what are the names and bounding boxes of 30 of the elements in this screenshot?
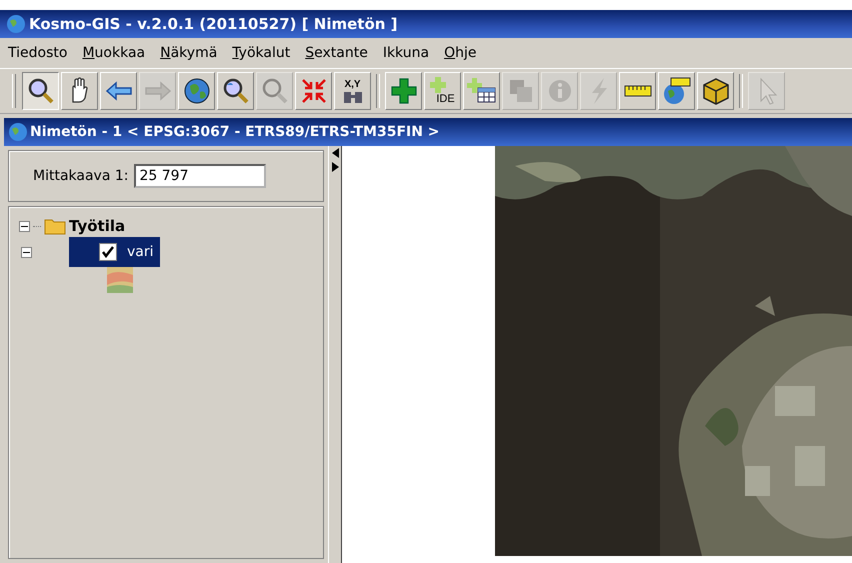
globe-icon	[6, 14, 26, 34]
tree-item[interactable]: vari	[69, 237, 160, 267]
plus-icon	[388, 76, 418, 106]
collapse-icon[interactable]	[19, 220, 30, 232]
raster-legend-icon	[107, 267, 133, 293]
toolbar-button[interactable]: IDE	[424, 72, 461, 110]
menu-item[interactable]: Muokkaa	[82, 45, 146, 61]
globe-icon	[8, 122, 28, 142]
scale-label: Mittakaava 1:	[33, 168, 128, 184]
globe-ruler-icon	[662, 76, 692, 106]
box-icon	[700, 76, 730, 106]
checkbox[interactable]	[99, 243, 117, 261]
expand-right-icon[interactable]	[332, 162, 338, 172]
menu-item[interactable]: Ikkuna	[382, 45, 430, 61]
menu-item[interactable]: Työkalut	[232, 45, 290, 61]
collapse-icon[interactable]	[21, 247, 32, 258]
view-title: Nimetön - 1 < EPSG:3067 - ETRS89/ETRS-TM35FIN >	[30, 124, 440, 140]
folder-icon	[44, 217, 66, 235]
scale-field[interactable]: 25 797	[134, 164, 266, 188]
menu-item[interactable]: Tiedosto	[8, 45, 68, 61]
toolbar-button[interactable]	[22, 72, 59, 110]
globe-icon	[182, 76, 212, 106]
menu-item[interactable]: Sextante	[305, 45, 368, 61]
map-view[interactable]	[342, 146, 852, 563]
tree-item[interactable]: Työtila	[69, 217, 126, 235]
menu-item[interactable]: Ohje	[444, 45, 476, 61]
toolbar-button[interactable]: X,Y	[334, 72, 371, 110]
window-title: Kosmo-GIS - v.2.0.1 (20110527) [ Nimetön ]	[29, 15, 398, 33]
menu-item[interactable]: Näkymä	[160, 45, 218, 61]
collapse-left-icon[interactable]	[332, 148, 338, 158]
